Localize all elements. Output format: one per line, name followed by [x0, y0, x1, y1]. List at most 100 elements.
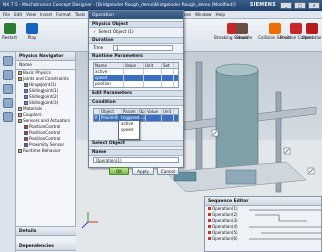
tree-node-icon	[24, 95, 28, 99]
resource-bar	[0, 52, 16, 252]
tree-node-label: Basic Physics	[23, 70, 51, 75]
tree-node[interactable]: Runtime Behavior	[16, 148, 75, 154]
sequence-item-label: Operation(4)	[212, 224, 238, 229]
window-title: NX 7.5 - Mechatronics Concept Designer -…	[3, 3, 236, 8]
ribbon-button-label: Shoot	[236, 35, 249, 40]
restart-icon	[3, 23, 16, 34]
sequence-editor-title[interactable]: Sequence Editor	[205, 197, 321, 206]
brand-logo: SIEMENS	[249, 3, 276, 8]
name-input[interactable]: Operation(1)	[93, 157, 179, 163]
tree-node-icon	[18, 119, 22, 123]
operation-icon	[208, 237, 211, 240]
tree-node-icon	[18, 107, 22, 111]
sequence-item-label: Operation(5)	[212, 230, 238, 235]
sequence-gantt-chart[interactable]	[249, 206, 321, 250]
menu-help[interactable]: Help	[215, 12, 225, 17]
minimize-button[interactable]: _	[280, 2, 292, 9]
tree-node-label: SlidingJoint(3)	[29, 100, 59, 105]
tree-node-label: SlidingJoint(1)	[29, 88, 59, 93]
column-header[interactable]: Unit	[162, 109, 174, 114]
table-row[interactable]: position	[94, 81, 178, 87]
tree-node-icon	[24, 101, 28, 105]
operation-dialog: Operation Physics Object ✓ Select Object …	[88, 10, 184, 175]
play-icon	[26, 23, 38, 34]
operation-icon	[208, 213, 211, 216]
navigator-tree: Basic Physics Joints and Constraints Hinge…	[16, 70, 75, 154]
menu-window[interactable]: Window	[195, 12, 212, 17]
ok-button[interactable]: OK	[109, 167, 129, 175]
column-header[interactable]: Set	[162, 63, 174, 68]
table-cell	[124, 81, 144, 87]
details-panel-header[interactable]: Details	[16, 227, 76, 236]
name-section[interactable]: Name	[89, 149, 183, 156]
position-control-icon	[290, 23, 303, 34]
condition-section[interactable]: Condition	[89, 99, 183, 106]
physics-navigator-tab-icon[interactable]	[3, 56, 13, 66]
tree-node-icon	[24, 89, 28, 93]
ribbon-shoot-button[interactable]: Shoot	[236, 23, 248, 40]
duration-section[interactable]: Duration	[89, 37, 183, 44]
tree-node-label: HingeJoint(1)	[29, 82, 57, 87]
physics-navigator-panel: Physics Navigator Name Basic Physics Join…	[16, 52, 76, 252]
tree-node-label: Sensors and Actuators	[23, 118, 71, 123]
sequence-item-label: Operation(6)	[212, 236, 238, 241]
runtime-parameters-section[interactable]: Runtime Parameters	[89, 53, 183, 60]
dialog-title[interactable]: Operation	[89, 11, 183, 19]
menu-file[interactable]: File	[3, 12, 10, 17]
sequence-item-label: Operation(1)	[212, 206, 238, 211]
tree-node-label: Couplers	[23, 112, 42, 117]
menu-insert[interactable]: Insert	[40, 12, 52, 17]
assembly-navigator-tab-icon[interactable]	[3, 70, 13, 80]
cancel-button[interactable]: Cancel	[157, 167, 179, 175]
tree-node-label: Proximity Sensor	[29, 142, 65, 147]
edit-parameters-section[interactable]: Edit Parameters	[89, 90, 183, 97]
physics-object-section[interactable]: Physics Object	[89, 21, 183, 28]
column-header[interactable]: Value	[146, 109, 162, 114]
tree-node-label: Materials	[23, 106, 43, 111]
column-header[interactable]: Unit	[144, 63, 162, 68]
sequence-list: Operation(1) Operation(2) Operation(3) Oper…	[205, 206, 249, 250]
menu-view[interactable]: View	[26, 12, 36, 17]
tree-node-label: PositionControl	[29, 130, 61, 135]
menu-tools[interactable]: Tools	[75, 12, 85, 17]
tree-node-icon	[18, 77, 22, 81]
ribbon-operation-button[interactable]: Operation	[302, 23, 322, 40]
operation-icon	[208, 219, 211, 222]
select-object-section[interactable]: Select Object	[89, 140, 183, 147]
apply-button[interactable]: Apply	[132, 167, 154, 175]
table-cell	[146, 115, 162, 121]
ribbon-play-button[interactable]: Play	[26, 23, 38, 40]
table-cell	[144, 81, 162, 87]
operation-icon	[208, 207, 211, 210]
history-tab-icon[interactable]	[3, 98, 13, 108]
parameter-dropdown-list: triggered active speed	[118, 114, 140, 140]
dropdown-option[interactable]: speed	[119, 127, 139, 133]
operation-icon	[208, 231, 211, 234]
tree-node-icon	[24, 125, 28, 129]
ribbon-button-label: Operation	[302, 35, 322, 40]
part-navigator-tab-icon[interactable]	[3, 84, 13, 94]
ribbon-restart-button[interactable]: Restart	[2, 23, 17, 40]
operation-icon	[306, 23, 319, 34]
shoot-icon	[236, 23, 249, 34]
menu-format[interactable]: Format	[56, 12, 71, 17]
column-header[interactable]: Value	[124, 63, 144, 68]
select-object-row[interactable]: ✓ Select Object (1)	[89, 28, 183, 35]
maximize-button[interactable]: □	[294, 2, 306, 9]
menu-edit[interactable]: Edit	[14, 12, 22, 17]
runtime-parameters-table: Name Value Unit Set active speed position	[93, 62, 179, 88]
ribbon-button-label: Restart	[2, 35, 18, 40]
sequence-item[interactable]: Operation(6)	[205, 236, 249, 242]
time-input[interactable]: 1	[113, 44, 173, 51]
navigator-column-header[interactable]: Name	[16, 61, 75, 70]
roles-tab-icon[interactable]	[3, 112, 13, 122]
close-button[interactable]: ×	[308, 2, 320, 9]
dependencies-panel-header[interactable]: Dependencies	[16, 242, 76, 251]
tree-node-label: PositionControl	[29, 124, 61, 129]
tree-node-icon	[24, 131, 28, 135]
column-header[interactable]: Name	[94, 63, 124, 68]
sequence-item-label: Operation(3)	[212, 218, 238, 223]
sequence-editor-panel: Sequence Editor Operation(1) Operation(2)…	[204, 196, 322, 252]
window-controls: _ □ ×	[280, 2, 320, 9]
tree-node-label: Joints and Constraints	[23, 76, 69, 81]
